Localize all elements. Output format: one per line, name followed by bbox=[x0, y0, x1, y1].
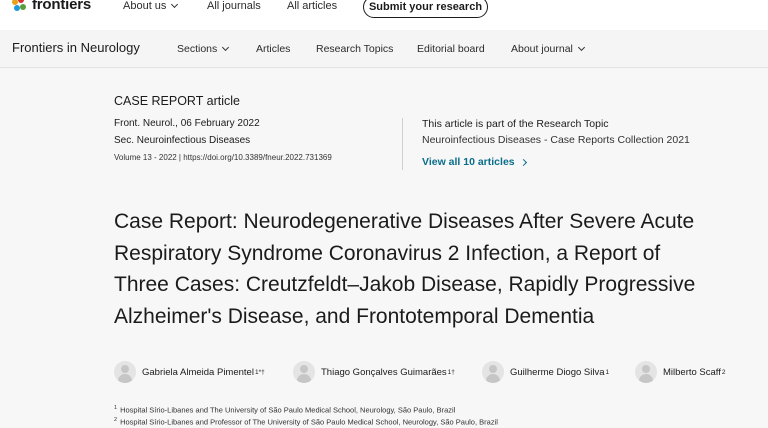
article-citation: Front. Neurol., 06 February 2022 bbox=[114, 118, 260, 129]
logo-text: frontiers bbox=[32, 0, 92, 13]
author-item[interactable]: Guilherme Diogo Silva 1 bbox=[482, 361, 609, 383]
author-affiliation-marker: 1*† bbox=[254, 368, 265, 376]
journal-nav-articles-label: Articles bbox=[256, 43, 291, 55]
affiliation-number: 2 bbox=[114, 417, 118, 423]
meta-divider bbox=[402, 118, 403, 170]
chevron-down-icon bbox=[577, 43, 585, 52]
nav-all-journals[interactable]: All journals bbox=[207, 0, 261, 12]
journal-nav-articles[interactable]: Articles bbox=[256, 43, 290, 55]
article-title-line: Respiratory Syndrome Coronavirus 2 Infec… bbox=[114, 241, 661, 265]
affiliation-text: Hospital Sírio-Libanes and The Universit… bbox=[120, 405, 456, 415]
author-item[interactable]: Gabriela Almeida Pimentel 1*† bbox=[114, 361, 265, 383]
chevron-down-icon bbox=[171, 0, 179, 9]
affiliation-number: 1 bbox=[114, 405, 118, 411]
author-affiliation-marker: 1 bbox=[605, 368, 610, 376]
author-name: Milberto Scaff bbox=[663, 366, 721, 378]
journal-nav-sections-label: Sections bbox=[177, 43, 218, 55]
journal-nav-editorial-board[interactable]: Editorial board bbox=[417, 43, 485, 55]
avatar-placeholder-icon bbox=[482, 361, 504, 383]
chevron-down-icon bbox=[222, 43, 230, 52]
journal-nav-research-topics[interactable]: Research Topics bbox=[316, 43, 393, 55]
nav-all-journals-label: All journals bbox=[207, 0, 261, 12]
author-name: Gabriela Almeida Pimentel bbox=[142, 366, 254, 378]
author-affiliation-marker: 1† bbox=[447, 368, 455, 376]
author-affiliation-marker: 2 bbox=[721, 368, 726, 376]
nav-all-articles[interactable]: All articles bbox=[287, 0, 337, 12]
avatar-placeholder-icon bbox=[293, 361, 315, 383]
chevron-right-icon bbox=[519, 158, 527, 166]
author-name: Guilherme Diogo Silva bbox=[510, 366, 605, 378]
nav-all-articles-label: All articles bbox=[287, 0, 338, 12]
site-header: frontiers About us All journals All arti… bbox=[0, 0, 768, 30]
journal-name-link[interactable]: Frontiers in Neurology bbox=[12, 40, 140, 55]
research-topic-name[interactable]: Neuroinfectious Diseases - Case Reports … bbox=[422, 134, 690, 146]
nav-about-us[interactable]: About us bbox=[123, 0, 179, 12]
article-section-link[interactable]: Sec. Neuroinfectious Diseases bbox=[114, 135, 250, 146]
author-name: Thiago Gonçalves Guimarães bbox=[321, 366, 447, 378]
research-topic-heading: This article is part of the Research Top… bbox=[422, 118, 609, 130]
view-all-articles-link[interactable]: View all 10 articles bbox=[422, 156, 527, 168]
avatar-placeholder-icon bbox=[114, 361, 136, 383]
journal-nav-about-journal-label: About journal bbox=[511, 43, 573, 55]
journal-nav-research-topics-label: Research Topics bbox=[316, 43, 394, 55]
article-title: Case Report: Neurodegenerative Diseases … bbox=[114, 206, 768, 332]
article-type: CASE REPORT article bbox=[114, 94, 240, 108]
article-title-line: Case Report: Neurodegenerative Diseases … bbox=[114, 210, 695, 233]
submit-research-button[interactable]: Submit your research bbox=[363, 0, 488, 18]
author-item[interactable]: Milberto Scaff 2 bbox=[635, 361, 726, 383]
author-item[interactable]: Thiago Gonçalves Guimarães 1† bbox=[293, 361, 455, 383]
article-title-line: Alzheimer's Disease, and Frontotemporal … bbox=[114, 304, 595, 328]
affiliation-text: Hospital Sírio-Libanes and Professor of … bbox=[120, 417, 498, 427]
avatar-placeholder-icon bbox=[635, 361, 657, 383]
affiliation-item: 1 Hospital Sírio-Libanes and The Universi… bbox=[114, 405, 455, 415]
affiliation-item: 2 Hospital Sírio-Libanes and Professor of… bbox=[114, 417, 498, 427]
nav-about-us-label: About us bbox=[123, 0, 167, 12]
frontiers-logo-icon bbox=[12, 0, 28, 13]
journal-nav-bar: Frontiers in Neurology Sections Articles… bbox=[0, 30, 768, 68]
view-all-articles-label: View all 10 articles bbox=[422, 156, 515, 168]
frontiers-logo[interactable]: frontiers bbox=[12, 0, 91, 13]
article-title-line: Three Cases: Creutzfeldt–Jakob Disease, … bbox=[114, 273, 696, 296]
journal-nav-sections[interactable]: Sections bbox=[177, 43, 230, 55]
journal-nav-editorial-board-label: Editorial board bbox=[417, 43, 485, 55]
journal-nav-about-journal[interactable]: About journal bbox=[511, 43, 585, 55]
article-volume-doi[interactable]: Volume 13 - 2022 | https://doi.org/10.33… bbox=[114, 153, 332, 162]
